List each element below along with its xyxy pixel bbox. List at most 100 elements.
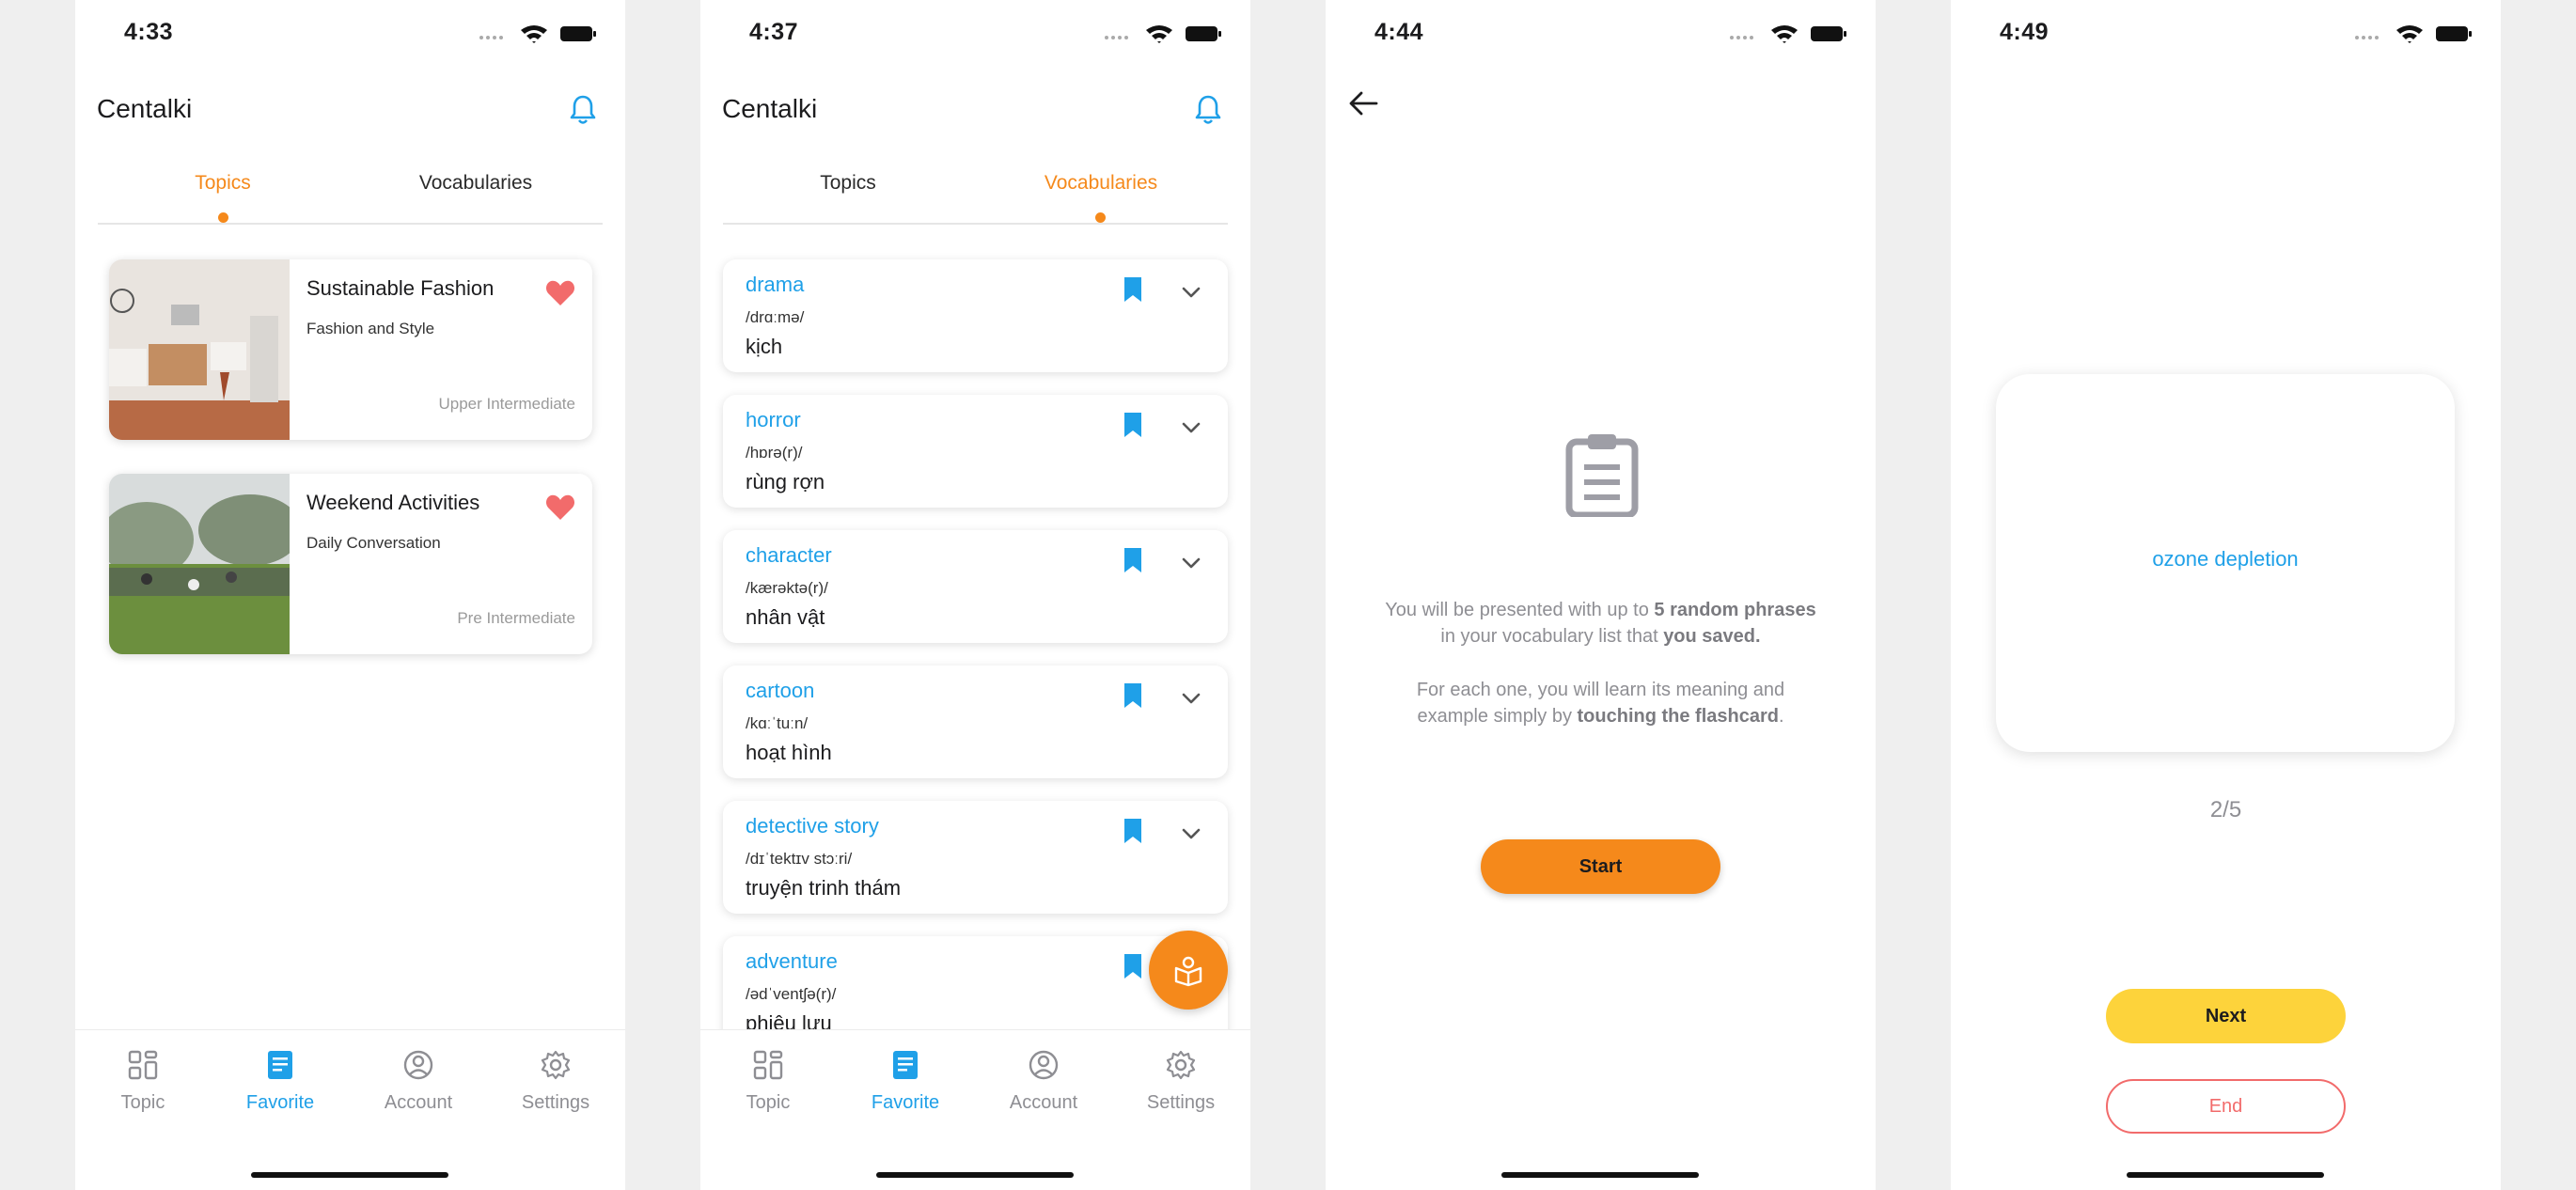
nav-label: Topic [120,1092,165,1113]
nav-label: Favorite [871,1092,940,1113]
grid-icon [753,1050,783,1080]
back-arrow-icon[interactable] [1348,90,1378,117]
favorite-list-icon [268,1051,292,1079]
app-title: Centalki [97,94,193,123]
topic-image [109,259,290,440]
status-time: 4:49 [2000,19,2050,45]
topic-category: Daily Conversation [306,534,441,552]
clipboard-icon [1565,434,1639,517]
vocab-word: drama [746,273,805,296]
tab-vocabularies[interactable]: Vocabularies [382,172,570,195]
nav-favorite[interactable]: Favorite [224,1049,337,1114]
next-button[interactable]: Next [2106,989,2346,1043]
heart-icon[interactable] [545,278,575,306]
nav-label: Settings [521,1092,590,1113]
vocab-word: adventure [746,949,838,973]
end-button[interactable]: End [2106,1079,2346,1134]
bookmark-icon[interactable] [1123,818,1143,844]
topic-title: Sustainable Fashion [306,276,495,300]
home-indicator [251,1172,448,1178]
vocab-pronunciation: /drɑːmə/ [746,308,805,326]
nav-account[interactable]: Account [362,1049,475,1114]
flashcard-fab[interactable] [1149,931,1228,1010]
vocab-meaning: phiêu lưu [746,1011,832,1029]
nav-label: Account [1009,1092,1078,1113]
start-button[interactable]: Start [1481,839,1720,894]
tab-topics[interactable]: Topics [129,172,317,195]
nav-label: Topic [746,1092,791,1113]
gear-icon [1166,1050,1196,1080]
flashcard-phrase: ozone depletion [2152,547,2299,571]
nav-settings[interactable]: Settings [1124,1049,1237,1114]
home-indicator [1501,1172,1699,1178]
topic-category: Fashion and Style [306,320,435,337]
bookmark-icon[interactable] [1123,547,1143,573]
nav-label: Settings [1146,1092,1216,1113]
vocab-card[interactable]: horror/hɒrə(r)/ rùng rợn [723,395,1228,508]
bell-icon[interactable] [569,94,597,126]
status-icons [2355,25,2472,43]
intro-paragraph-2: For each one, you will learn its meaning… [1416,680,1785,727]
flashcard-intro-screen: 4:44 You will be presented with up to 5 … [1326,0,1876,1190]
vocab-card[interactable]: detective story/dɪˈtektɪv stɔːri/truyện … [723,801,1228,914]
learn-icon [1174,956,1202,987]
gear-icon [541,1050,571,1080]
status-icons [1730,25,1846,43]
home-indicator [2127,1172,2324,1178]
vocab-pronunciation: /dɪˈtektɪv stɔːri/ [746,850,853,868]
bookmark-icon[interactable] [1123,276,1143,303]
vocab-card[interactable]: character/kærəktə(r)/ nhân vật [723,530,1228,643]
account-icon [1029,1050,1059,1080]
topics-screen: 4:33 Centalki Topics Vocabularies Sustai… [75,0,625,1190]
bottom-nav: Topic Favorite Account Settings [75,1029,625,1190]
vocab-meaning: kịch [746,335,783,358]
status-time: 4:44 [1374,19,1424,45]
bottom-nav: Topic Favorite Account Settings [700,1029,1250,1190]
vocab-word: cartoon [746,679,815,702]
chevron-down-icon[interactable] [1181,421,1202,434]
vocab-pronunciation: /ədˈventʃə(r)/ [746,985,837,1003]
flashcard-screen: 4:49 ozone depletion 2/5 Next End [1951,0,2501,1190]
vocab-word: character [746,543,832,567]
chevron-down-icon[interactable] [1181,286,1202,299]
tab-divider [98,223,603,225]
topic-title: Weekend Activities [306,491,480,514]
topic-card[interactable]: Sustainable Fashion Fashion and Style Up… [109,259,592,440]
topic-level: Upper Intermediate [438,395,575,413]
status-time: 4:33 [124,19,174,45]
vocab-meaning: hoạt hình [746,741,832,764]
grid-icon [128,1050,158,1080]
vocab-meaning: rùng rợn [746,470,825,493]
flashcard[interactable]: ozone depletion [1996,374,2455,752]
vocab-pronunciation: /kærəktə(r)/ [746,579,828,597]
vocab-pronunciation: /hɒrə(r)/ [746,444,803,462]
nav-label: Account [384,1092,453,1113]
active-tab-indicator [218,212,228,223]
vocab-meaning: nhân vật [746,605,825,629]
vocab-card[interactable]: cartoon/kɑːˈtuːn/hoạt hình [723,665,1228,778]
chevron-down-icon[interactable] [1181,556,1202,570]
nav-topic[interactable]: Topic [712,1049,825,1114]
topic-level: Pre Intermediate [457,609,575,627]
vocab-word: horror [746,408,801,431]
favorite-list-icon [893,1051,918,1079]
chevron-down-icon[interactable] [1181,827,1202,840]
bookmark-icon[interactable] [1123,682,1143,709]
account-icon [403,1050,433,1080]
bookmark-icon[interactable] [1123,412,1143,438]
status-icons [479,25,596,43]
heart-icon[interactable] [545,493,575,521]
vocab-word: detective story [746,814,879,838]
topic-image [109,474,290,654]
vocab-card[interactable]: drama/drɑːmə/kịch [723,259,1228,372]
nav-topic[interactable]: Topic [86,1049,199,1114]
home-indicator [876,1172,1074,1178]
topic-card[interactable]: Weekend Activities Daily Conversation Pr… [109,474,592,654]
nav-favorite[interactable]: Favorite [849,1049,962,1114]
intro-paragraph-1: You will be presented with up to 5 rando… [1385,600,1816,647]
nav-account[interactable]: Account [987,1049,1100,1114]
nav-settings[interactable]: Settings [499,1049,612,1114]
vocab-pronunciation: /kɑːˈtuːn/ [746,714,809,732]
bookmark-icon[interactable] [1123,953,1143,979]
chevron-down-icon[interactable] [1181,692,1202,705]
